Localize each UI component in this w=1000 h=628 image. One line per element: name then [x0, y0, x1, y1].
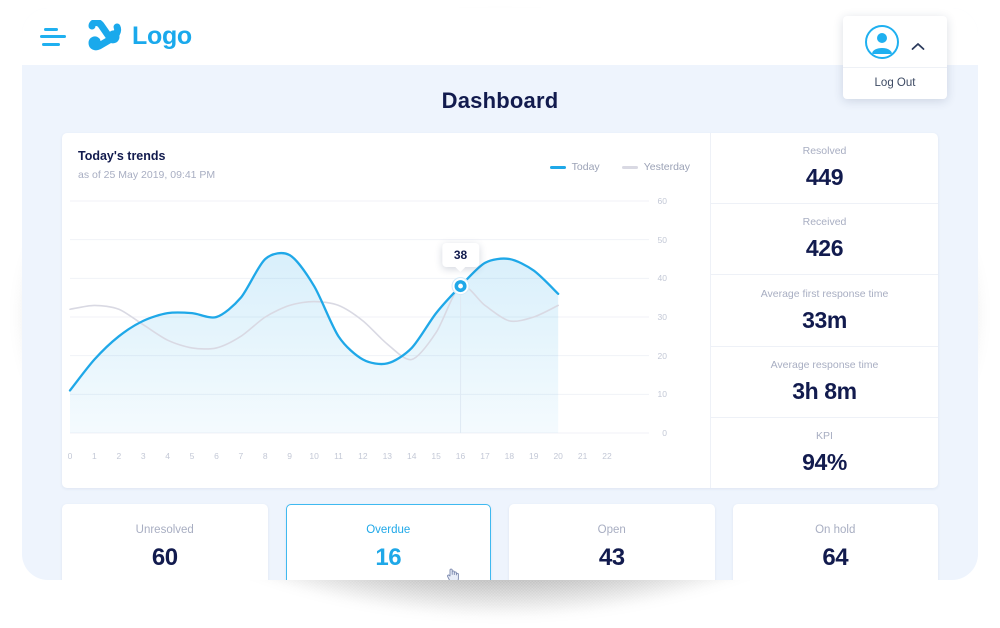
x-axis-tick-label: 22 [602, 451, 612, 461]
screenshot-root: Logo Log Out Dashboard Today's trends as… [0, 0, 1000, 628]
chart-y-axis-labels: 60 50 40 30 20 10 0 [607, 193, 667, 443]
user-menu-toggle[interactable] [843, 25, 947, 67]
kpi-label: Received [802, 216, 847, 229]
brand-logo[interactable]: Logo [86, 18, 192, 54]
y-axis-tick-label: 60 [657, 196, 667, 206]
kpi-row: Average first response time 33m [711, 275, 938, 347]
page-title: Dashboard [441, 88, 559, 113]
status-card-label: Open [597, 524, 626, 536]
top-navigation-bar: Logo Log Out [22, 8, 978, 99]
status-card-open[interactable]: Open 43 [509, 504, 715, 580]
app-window: Logo Log Out Dashboard Today's trends as… [22, 8, 978, 580]
x-axis-tick-label: 18 [504, 451, 515, 461]
status-card-value: 16 [375, 544, 402, 571]
kpi-row: Received 426 [711, 204, 938, 276]
x-axis-tick-label: 9 [287, 451, 293, 461]
chart-plot-area [62, 193, 667, 483]
x-axis-tick-label: 21 [577, 451, 588, 461]
y-axis-tick-label: 0 [662, 428, 667, 438]
hamburger-menu-icon[interactable] [40, 27, 66, 46]
chart-point-tooltip: 38 [441, 243, 480, 273]
x-axis-tick-label: 4 [165, 451, 170, 461]
status-card-value: 60 [151, 544, 178, 571]
y-axis-tick-label: 40 [657, 273, 667, 284]
user-menu: Log Out [843, 16, 947, 99]
legend-item-today[interactable]: Today [549, 161, 600, 173]
chart-legend: Today Yesterday [549, 161, 690, 173]
x-axis-tick-label: 2 [116, 451, 122, 461]
kpi-row: Resolved 449 [711, 133, 938, 205]
x-axis-tick-label: 6 [214, 451, 219, 461]
status-card-label: Unresolved [135, 524, 194, 536]
x-axis-tick-label: 17 [480, 451, 490, 461]
brand-name: Logo [132, 22, 192, 50]
status-card-label: On hold [815, 524, 856, 536]
trends-line-chart [68, 200, 649, 434]
y-axis-tick-label: 20 [657, 350, 667, 361]
x-axis-tick-label: 8 [262, 451, 268, 461]
x-axis-tick-label: 0 [67, 451, 73, 461]
chart-pane: Today's trends as of 25 May 2019, 09:41 … [62, 133, 710, 488]
page-content: Dashboard Today's trends as of 25 May 20… [22, 65, 978, 580]
kpi-label: KPI [816, 429, 833, 442]
status-card-value: 43 [598, 544, 625, 571]
kpi-value: 426 [805, 235, 844, 262]
kpi-value: 33m [802, 306, 847, 333]
x-axis-tick-label: 12 [358, 451, 368, 461]
y-axis-tick-label: 50 [657, 234, 667, 245]
x-axis-tick-label: 19 [529, 451, 539, 461]
kpi-row: Average response time 3h 8m [711, 347, 938, 418]
user-avatar-icon[interactable] [865, 25, 899, 59]
hamburger-bar-3 [42, 42, 60, 46]
legend-swatch-today [549, 165, 566, 169]
status-cards-row: Unresolved 60 Overdue 16 Open 43 On hold 64 [62, 504, 938, 580]
kpi-value: 449 [805, 164, 844, 191]
status-card-value: 64 [822, 544, 849, 571]
status-card-overdue[interactable]: Overdue 16 [285, 504, 491, 580]
chart-x-axis-labels: 0 1 2 3 4 5 6 7 8 9 10 11 12 13 14 15 16 17 18 19 20 21 22 [62, 451, 667, 465]
status-card-on-hold[interactable]: On hold 64 [732, 504, 938, 580]
legend-label-yesterday: Yesterday [643, 161, 690, 173]
x-axis-tick-label: 13 [382, 451, 393, 461]
kpi-value: 3h 8m [792, 377, 857, 404]
kpi-value: 94% [802, 448, 847, 475]
mouse-pointer-hand-icon [446, 567, 460, 580]
kpi-panel: Resolved 449 Received 426 Average first resp… [710, 133, 938, 488]
x-axis-tick-label: 3 [140, 451, 146, 461]
status-card-label: Overdue [366, 524, 411, 536]
y-axis-tick-label: 30 [657, 312, 667, 322]
x-axis-tick-label: 16 [455, 451, 466, 461]
y-axis-tick-label: 10 [657, 389, 667, 400]
hamburger-bar-1 [44, 27, 58, 31]
kpi-row: KPI 94% [711, 418, 938, 488]
kpi-label: Average response time [770, 358, 879, 371]
x-axis-tick-label: 20 [553, 451, 563, 461]
hamburger-bar-2 [40, 35, 66, 38]
logo-mark-icon [86, 18, 126, 54]
x-axis-tick-label: 14 [406, 451, 417, 461]
x-axis-tick-label: 7 [238, 451, 244, 461]
trends-card: Today's trends as of 25 May 2019, 09:41 … [62, 133, 938, 488]
logout-menu-item[interactable]: Log Out [843, 67, 947, 99]
x-axis-tick-label: 10 [309, 451, 319, 461]
x-axis-tick-label: 1 [92, 451, 97, 461]
chevron-up-icon[interactable] [911, 38, 925, 50]
x-axis-tick-label: 5 [189, 451, 195, 461]
kpi-label: Resolved [802, 145, 847, 158]
kpi-label: Average first response time [760, 287, 889, 300]
legend-label-today: Today [571, 161, 600, 173]
legend-swatch-yesterday [621, 165, 638, 169]
x-axis-tick-label: 15 [431, 451, 441, 461]
legend-item-yesterday[interactable]: Yesterday [621, 161, 690, 173]
status-card-unresolved[interactable]: Unresolved 60 [62, 504, 268, 580]
x-axis-tick-label: 11 [334, 451, 343, 461]
